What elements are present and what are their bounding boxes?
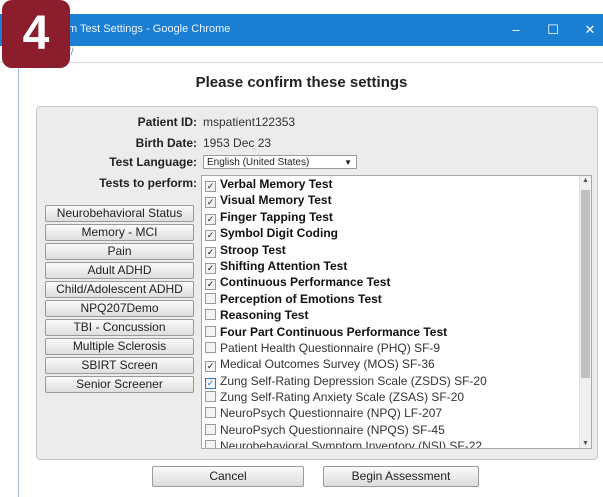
test-item[interactable]: ✓ Symbol Digit Coding [202,225,591,242]
test-label: Verbal Memory Test [220,177,333,191]
test-item[interactable]: Zung Self-Rating Anxiety Scale (ZSAS) SF… [202,389,591,405]
preset-button[interactable]: Multiple Sclerosis [45,338,194,355]
test-label: Shifting Attention Test [220,258,348,273]
test-label: Symbol Digit Coding [220,226,338,241]
test-language-select[interactable]: English (United States) ▼ [203,155,357,169]
test-label: Neurobehavioral Symptom Inventory (NSI) … [220,439,483,449]
test-checkbox[interactable]: ✓ [205,230,216,242]
test-item[interactable]: Four Part Continuous Performance Test [202,324,591,340]
preset-button[interactable]: Child/Adolescent ADHD [45,281,194,298]
settings-panel: Patient ID: mspatient122353 Birth Date: … [36,106,598,460]
test-item[interactable]: Perception of Emotions Test [202,291,591,307]
test-checkbox[interactable] [205,341,216,353]
test-checkbox[interactable] [205,325,216,337]
test-item[interactable]: ✓ Shifting Attention Test [202,258,591,274]
test-label: Visual Memory Test [220,193,332,208]
test-checkbox-list[interactable]: ✓ Verbal Memory Test ✓ Visual Memory Test ✓ F… [201,175,592,449]
birth-date-label: Birth Date: [135,136,197,150]
test-label: NeuroPsych Questionnaire (NPQ) LF-207 [220,406,443,421]
tests-to-perform-label: Tests to perform: [99,176,197,190]
preset-button[interactable]: Memory - MCI [45,224,194,241]
test-language-label: Test Language: [109,155,197,169]
test-label: Four Part Continuous Performance Test [220,324,448,339]
browser-title-bar: m Test Settings - Google Chrome – ☐ ✕ [0,14,603,46]
preset-button-list: Neurobehavioral Status Memory - MCI Pain… [45,205,194,395]
chevron-down-icon: ▼ [344,158,352,167]
page-left-border [18,62,19,497]
test-label: NeuroPsych Questionnaire (NPQS) SF-45 [220,422,445,437]
test-item[interactable]: Neurobehavioral Symptom Inventory (NSI) … [202,438,591,449]
test-item[interactable]: NeuroPsych Questionnaire (NPQ) LF-207 [202,405,591,421]
step-number-badge: 4 [2,0,70,68]
preset-button[interactable]: Pain [45,243,194,260]
test-item[interactable]: Patient Health Questionnaire (PHQ) SF-9 [202,340,591,356]
test-checkbox[interactable] [205,423,216,435]
scroll-up-icon[interactable]: ▲ [580,177,591,184]
test-checkbox[interactable] [205,391,216,403]
test-label: Zung Self-Rating Anxiety Scale (ZSAS) SF… [220,390,465,405]
test-checkbox[interactable]: ✓ [205,262,216,274]
preset-button[interactable]: TBI - Concussion [45,319,194,336]
test-item[interactable]: ✓ Zung Self-Rating Depression Scale (ZSDS… [202,373,591,389]
window-title: m Test Settings - Google Chrome [68,23,231,35]
test-checkbox[interactable] [205,407,216,419]
test-checkbox[interactable] [205,309,216,321]
scrollbar[interactable]: ▲ ▼ [579,176,591,448]
test-checkbox[interactable] [205,440,216,448]
test-item[interactable]: NeuroPsych Questionnaire (NPQS) SF-45 [202,422,591,438]
test-label: Medical Outcomes Survey (MOS) SF-36 [220,357,435,372]
test-checkbox[interactable]: ✓ [205,361,216,373]
test-checkbox[interactable]: ✓ [205,246,216,258]
preset-button[interactable]: SBIRT Screen [45,357,194,374]
preset-button[interactable]: NPQ207Demo [45,300,194,317]
cancel-button[interactable]: Cancel [152,466,304,487]
scroll-down-icon[interactable]: ▼ [580,440,591,447]
test-checkbox[interactable]: ✓ [205,181,216,192]
test-item[interactable]: ✓ Finger Tapping Test [202,209,591,225]
test-label: Continuous Performance Test [220,275,391,290]
preset-button[interactable]: Adult ADHD [45,262,194,279]
test-item[interactable]: ✓ Visual Memory Test [202,192,591,209]
preset-button[interactable]: Neurobehavioral Status [45,205,194,222]
close-icon[interactable]: ✕ [580,20,600,40]
test-label: Patient Health Questionnaire (PHQ) SF-9 [220,340,441,355]
patient-id-label: Patient ID: [137,115,197,129]
test-checkbox[interactable] [205,292,216,304]
birth-date-value: 1953 Dec 23 [203,136,272,150]
page-title: Please confirm these settings [195,74,408,91]
address-bar[interactable]: // [0,46,603,63]
test-label: Finger Tapping Test [220,209,333,224]
test-checkbox[interactable]: ✓ [205,197,216,209]
test-label: Reasoning Test [220,308,309,323]
scrollbar-thumb[interactable] [581,190,590,378]
test-item[interactable]: ✓ Medical Outcomes Survey (MOS) SF-36 [202,356,591,373]
begin-assessment-button[interactable]: Begin Assessment [323,466,479,487]
test-label: Perception of Emotions Test [220,291,382,306]
test-checkbox[interactable]: ✓ [205,213,216,225]
test-checkbox[interactable]: ✓ [205,279,216,291]
maximize-icon[interactable]: ☐ [543,20,563,40]
test-item[interactable]: ✓ Verbal Memory Test [202,176,591,192]
test-item[interactable]: ✓ Stroop Test [202,242,591,258]
patient-id-value: mspatient122353 [203,115,296,129]
minimize-icon[interactable]: – [506,20,526,40]
test-label: Zung Self-Rating Depression Scale (ZSDS)… [220,373,487,388]
test-language-value: English (United States) [207,157,310,168]
test-label: Stroop Test [220,242,286,257]
test-checkbox[interactable]: ✓ [205,377,216,389]
test-item[interactable]: ✓ Continuous Performance Test [202,274,591,291]
preset-button[interactable]: Senior Screener [45,376,194,393]
test-item[interactable]: Reasoning Test [202,307,591,323]
